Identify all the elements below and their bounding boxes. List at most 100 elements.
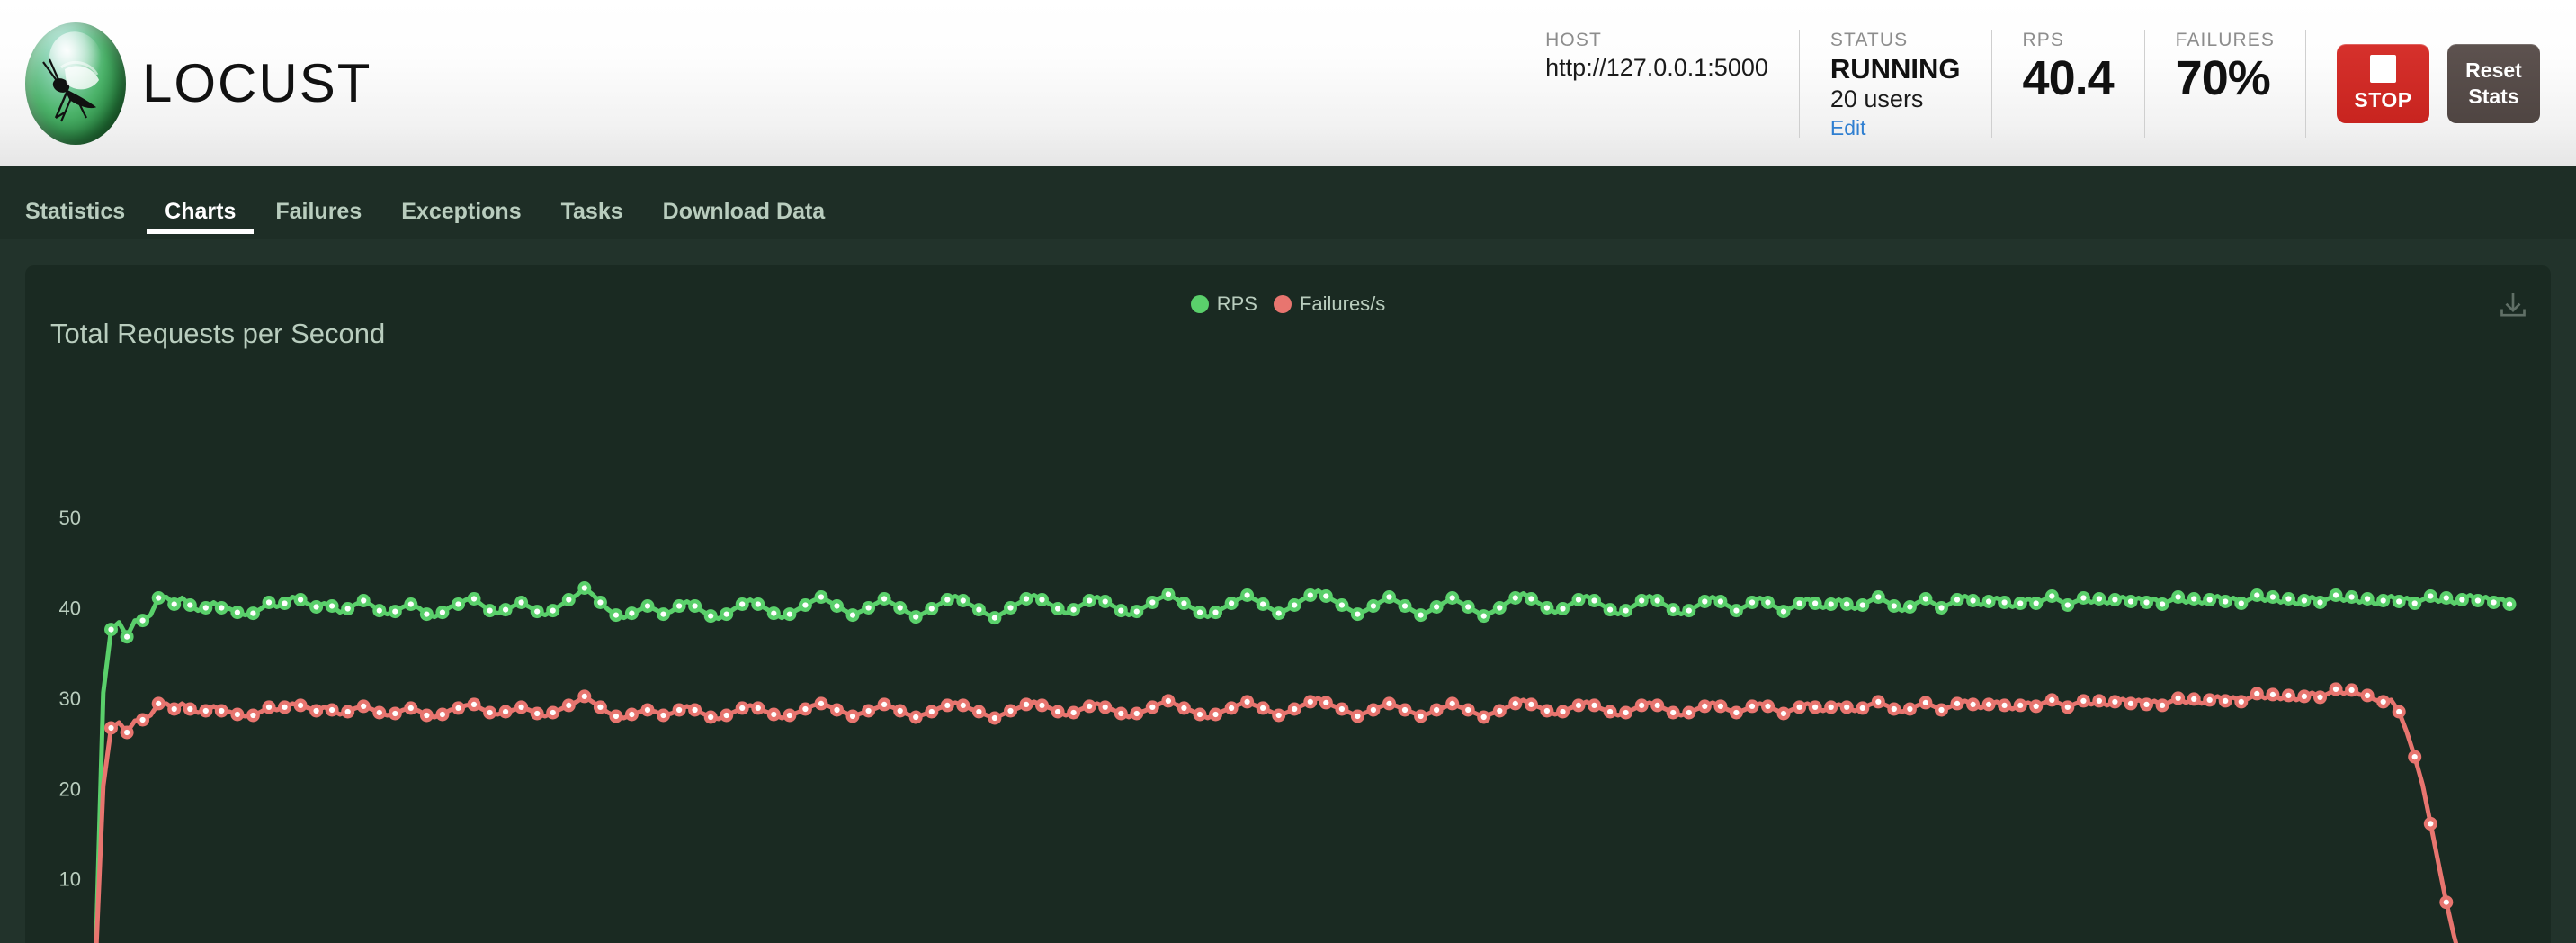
- data-point-center: [1812, 704, 1819, 710]
- data-point-center: [407, 601, 414, 607]
- data-point-center: [2443, 595, 2449, 601]
- data-point-center: [534, 710, 541, 717]
- data-point-center: [2474, 597, 2481, 604]
- data-point-center: [1292, 705, 1298, 713]
- data-point-center: [2396, 708, 2402, 715]
- data-point-center: [2443, 899, 2449, 905]
- data-point-center: [692, 706, 698, 714]
- data-point-center: [1229, 600, 1235, 606]
- data-point-center: [2238, 698, 2244, 705]
- data-point-center: [455, 601, 461, 607]
- data-point-center: [944, 597, 951, 603]
- stat-rps: RPS 40.4: [1990, 29, 2144, 138]
- data-point-center: [2160, 601, 2166, 607]
- data-point-center: [944, 702, 951, 708]
- data-point-center: [913, 714, 919, 721]
- data-point-center: [2269, 691, 2276, 697]
- data-point-center: [1512, 700, 1518, 706]
- nav-item-exceptions[interactable]: Exceptions: [383, 199, 539, 239]
- data-point-center: [424, 712, 430, 719]
- data-point-center: [1922, 596, 1928, 602]
- nav-item-failures[interactable]: Failures: [257, 199, 380, 239]
- data-point-center: [1260, 601, 1266, 607]
- data-point-center: [250, 712, 256, 719]
- data-point-center: [550, 607, 556, 614]
- data-point-center: [2317, 694, 2323, 700]
- data-point-center: [1543, 707, 1550, 714]
- data-point-center: [960, 597, 966, 604]
- data-point-center: [2049, 696, 2055, 703]
- data-point-center: [613, 713, 620, 720]
- data-point-center: [1670, 709, 1677, 716]
- app-header: LOCUST HOST http://127.0.0.1:5000 STATUS…: [0, 0, 2576, 166]
- data-point-center: [1260, 705, 1266, 711]
- nav-item-charts[interactable]: Charts: [147, 199, 255, 239]
- y-axis-tick-label: 50: [59, 507, 81, 529]
- data-point-center: [1575, 597, 1582, 603]
- data-point-center: [739, 601, 746, 607]
- nav-item-tasks[interactable]: Tasks: [543, 199, 641, 239]
- data-point-center: [424, 611, 430, 617]
- data-point-center: [1465, 604, 1471, 610]
- data-point-center: [1229, 705, 1235, 711]
- data-point-center: [2143, 599, 2150, 606]
- data-point-center: [1749, 599, 1756, 606]
- data-point-center: [1434, 706, 1440, 714]
- y-axis-tick-label: 40: [59, 597, 81, 620]
- data-point-center: [2269, 594, 2276, 600]
- data-point-center: [723, 611, 729, 617]
- data-point-center: [2001, 599, 2008, 606]
- data-point-center: [818, 700, 825, 706]
- data-point-center: [1654, 702, 1660, 708]
- data-point-center: [2238, 600, 2244, 606]
- data-point-center: [692, 603, 698, 609]
- data-point-center: [1796, 704, 1802, 710]
- nav-item-download-data[interactable]: Download Data: [645, 199, 844, 239]
- data-point-center: [1070, 606, 1077, 613]
- data-point-center: [2160, 702, 2166, 708]
- data-point-center: [1828, 601, 1834, 607]
- data-point-center: [1244, 592, 1250, 598]
- data-point-center: [1560, 708, 1566, 715]
- data-point-center: [2127, 598, 2134, 605]
- data-point-center: [1970, 597, 1976, 604]
- data-point-center: [913, 614, 919, 620]
- data-point-center: [755, 705, 761, 711]
- edit-link[interactable]: Edit: [1830, 115, 1961, 141]
- data-point-center: [1970, 701, 1976, 707]
- data-point-center: [1149, 704, 1156, 710]
- data-point-center: [613, 612, 620, 618]
- chart-panel-wrapper: Total Requests per Second RPS Failures/s …: [0, 240, 2576, 943]
- data-point-center: [1844, 601, 1850, 607]
- data-point-center: [881, 701, 888, 707]
- brand: LOCUST: [25, 22, 371, 145]
- data-point-center: [1275, 712, 1282, 719]
- data-point-center: [1292, 602, 1298, 608]
- data-point-center: [1796, 600, 1802, 606]
- data-point-center: [2411, 754, 2418, 760]
- data-point-center: [1465, 706, 1471, 714]
- data-point-center: [1528, 701, 1534, 707]
- reset-stats-button[interactable]: Reset Stats: [2447, 43, 2540, 123]
- data-point-center: [2491, 599, 2497, 606]
- data-point-center: [2206, 597, 2213, 603]
- main-nav: Statistics Charts Failures Exceptions Tasks D…: [0, 166, 2576, 240]
- data-point-center: [708, 714, 714, 721]
- data-point-center: [2332, 592, 2339, 598]
- data-point-center: [265, 704, 273, 710]
- data-point-center: [629, 711, 635, 718]
- data-point-center: [566, 702, 572, 708]
- data-point-center: [1165, 591, 1171, 597]
- data-point-center: [1543, 605, 1550, 611]
- data-point-center: [2017, 702, 2024, 708]
- data-point-center: [1607, 606, 1614, 613]
- data-point-center: [771, 711, 777, 718]
- stop-button[interactable]: STOP: [2337, 43, 2429, 123]
- host-label: HOST: [1545, 29, 1602, 50]
- nav-item-statistics[interactable]: Statistics: [25, 199, 143, 239]
- data-point-center: [1165, 697, 1171, 704]
- rps-value: 40.4: [2022, 50, 2115, 105]
- data-point-center: [1907, 705, 1913, 713]
- locust-logo-icon: [25, 22, 126, 145]
- data-point-center: [250, 610, 256, 616]
